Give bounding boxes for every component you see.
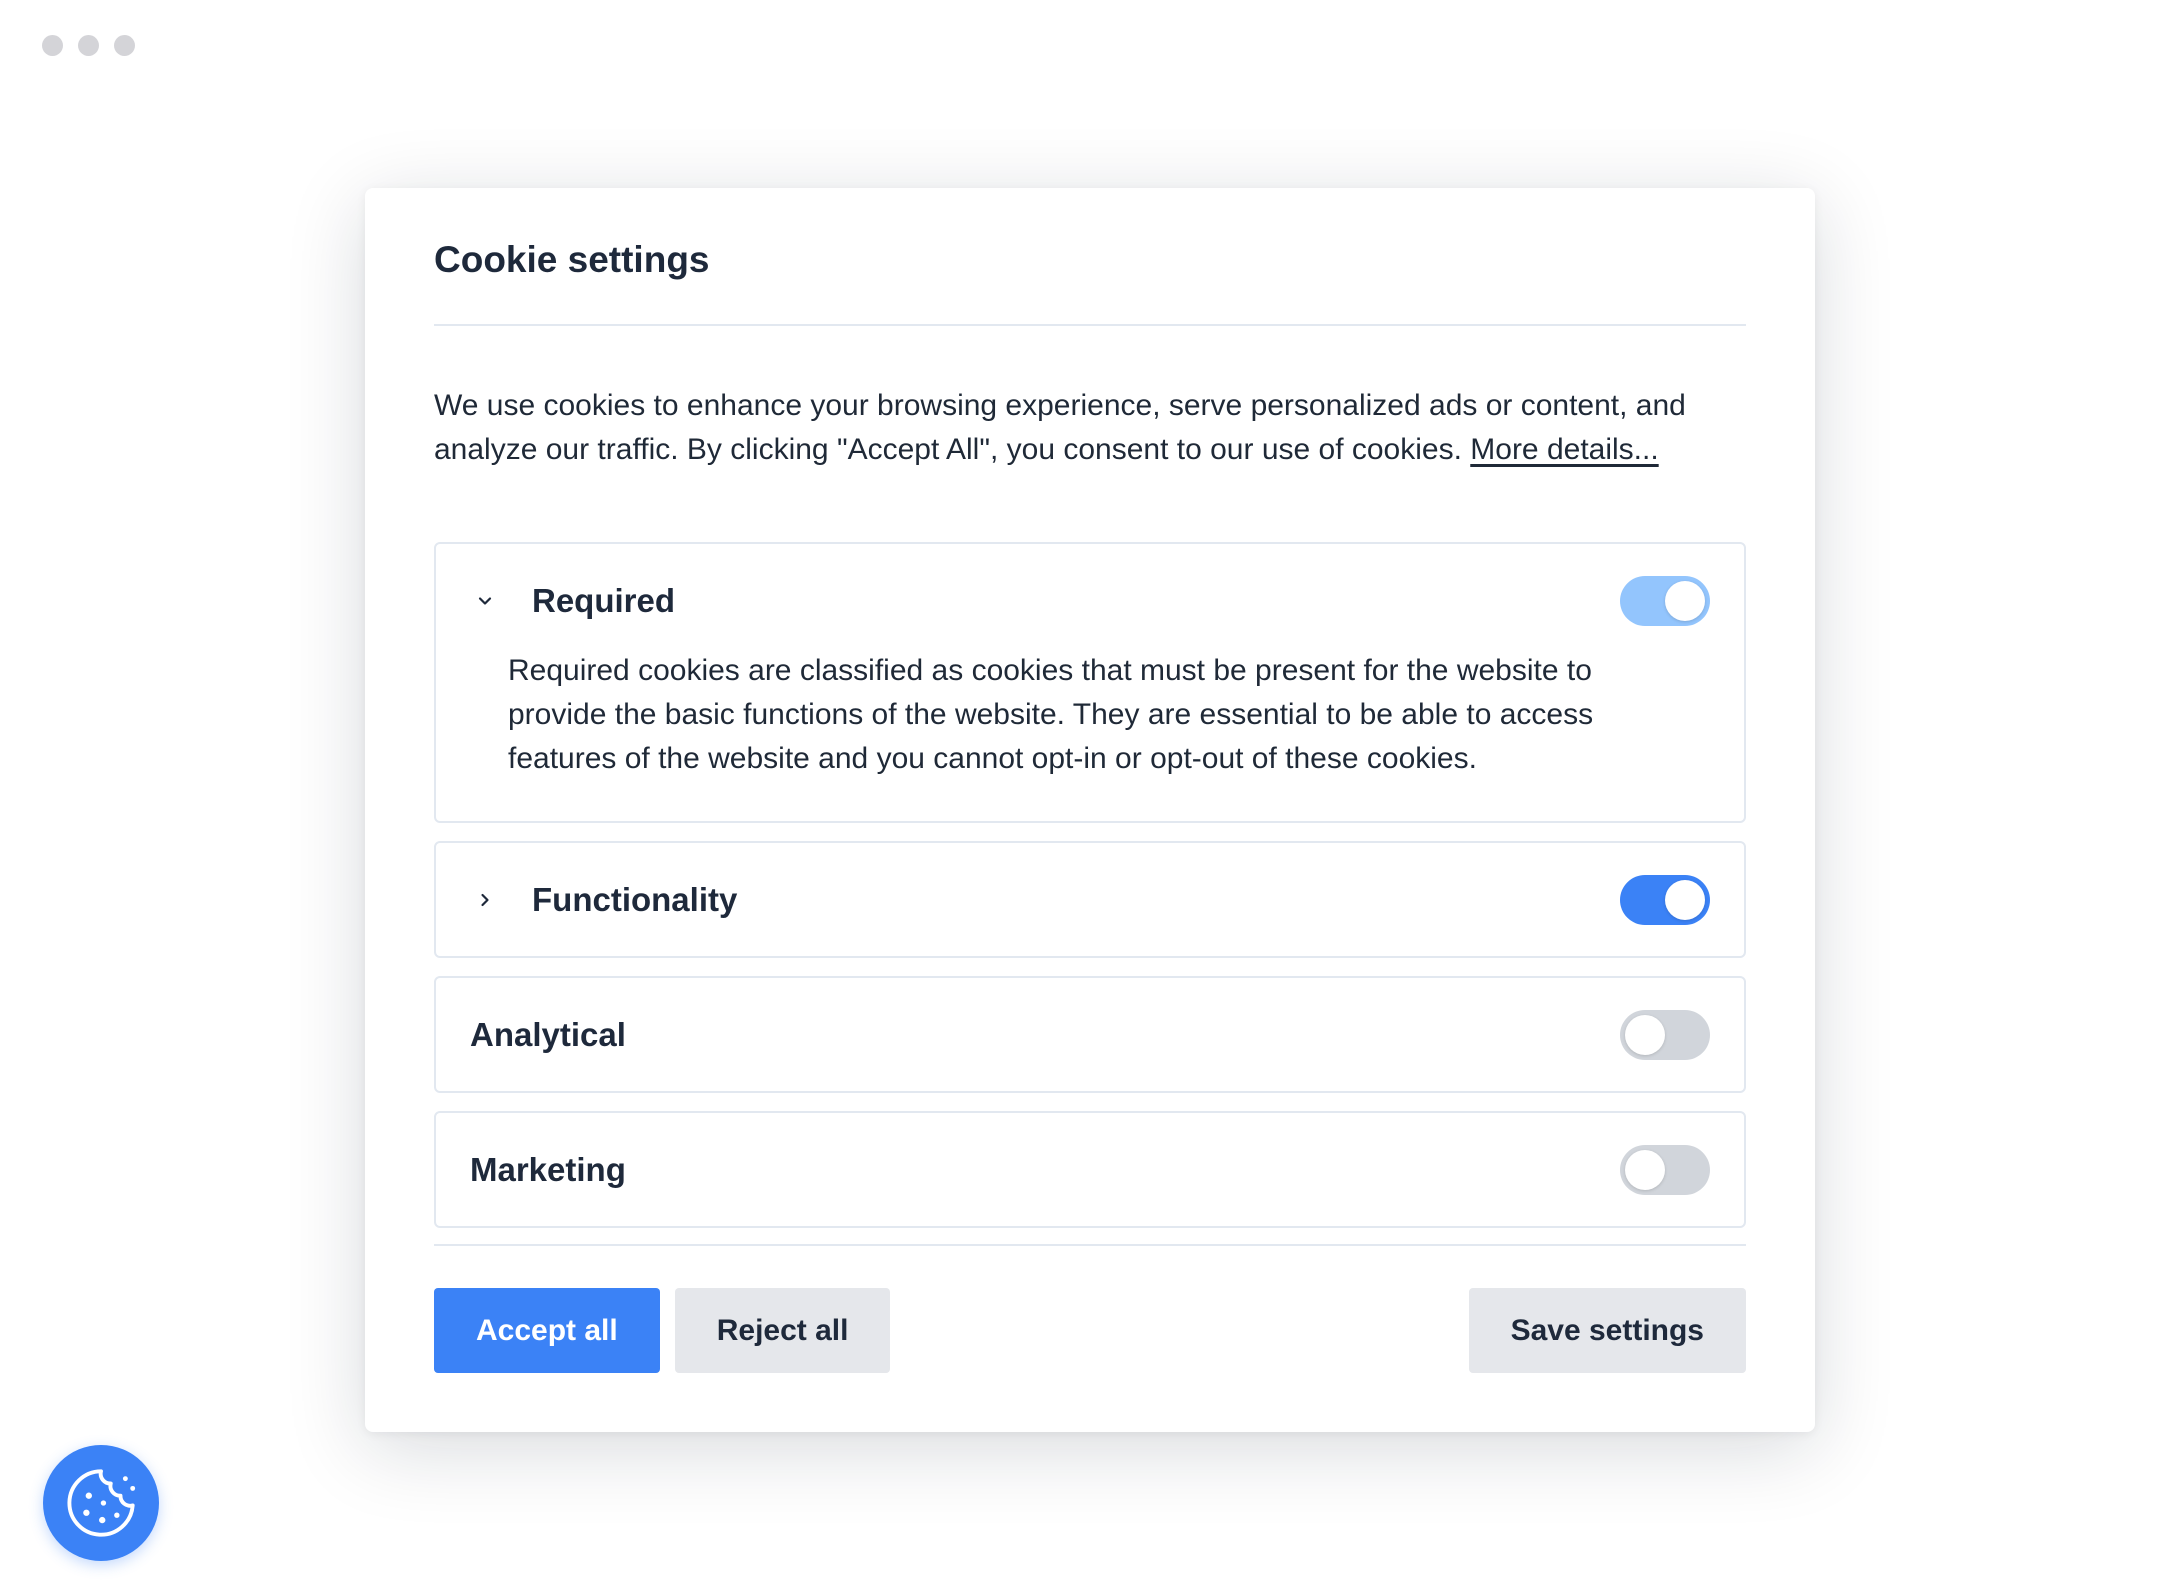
category-functionality: Functionality	[434, 841, 1746, 958]
window-dot	[78, 35, 99, 56]
save-settings-button[interactable]: Save settings	[1468, 1288, 1746, 1373]
category-description: Required cookies are classified as cooki…	[508, 654, 1594, 775]
chevron-right-icon[interactable]	[470, 885, 500, 915]
category-name: Functionality	[532, 880, 738, 918]
reject-all-button[interactable]: Reject all	[674, 1288, 891, 1373]
accept-all-button[interactable]: Accept all	[434, 1288, 660, 1373]
category-header-functionality[interactable]: Functionality	[436, 843, 1744, 956]
cookie-icon	[67, 1469, 136, 1537]
category-header-required[interactable]: Required	[436, 544, 1744, 657]
category-name: Required	[532, 581, 676, 619]
cookie-settings-dialog: Cookie settings We use cookies to enhanc…	[365, 188, 1815, 1432]
toggle-required	[1620, 575, 1710, 626]
category-header-analytical: Analytical	[436, 978, 1744, 1091]
intro-text: We use cookies to enhance your browsing …	[434, 384, 1746, 472]
toggle-functionality[interactable]	[1620, 874, 1710, 925]
dialog-title: Cookie settings	[434, 188, 1746, 326]
category-name: Analytical	[470, 1015, 626, 1053]
cookie-settings-fab[interactable]	[43, 1445, 159, 1561]
more-details-link[interactable]: More details...	[1470, 433, 1658, 466]
toggle-knob	[1665, 580, 1705, 621]
toggle-marketing[interactable]	[1620, 1144, 1710, 1195]
toggle-knob	[1665, 879, 1705, 920]
toggle-knob	[1625, 1014, 1665, 1055]
category-list: Required Required cookies are classified…	[434, 542, 1746, 1246]
window-dot	[42, 35, 63, 56]
category-header-marketing: Marketing	[436, 1113, 1744, 1226]
chevron-down-icon[interactable]	[470, 586, 500, 616]
category-required: Required Required cookies are classified…	[434, 542, 1746, 823]
dialog-actions: Accept all Reject all Save settings	[434, 1288, 1746, 1373]
category-analytical: Analytical	[434, 976, 1746, 1093]
window-controls	[42, 35, 135, 56]
toggle-analytical[interactable]	[1620, 1009, 1710, 1060]
category-name: Marketing	[470, 1150, 626, 1188]
category-marketing: Marketing	[434, 1111, 1746, 1228]
window-dot	[114, 35, 135, 56]
toggle-knob	[1625, 1149, 1665, 1190]
